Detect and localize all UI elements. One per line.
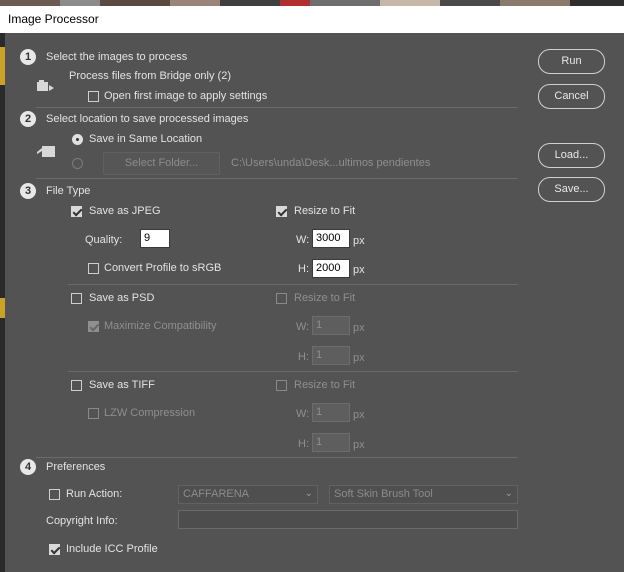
select-folder-radio[interactable] bbox=[72, 158, 83, 169]
load-button[interactable]: Load... bbox=[538, 143, 605, 168]
jpeg-height-label: H: bbox=[298, 263, 309, 275]
psd-resize-checkbox[interactable] bbox=[276, 293, 287, 304]
lzw-compression-label: LZW Compression bbox=[104, 407, 196, 419]
jpeg-width-input[interactable]: 3000 bbox=[312, 229, 350, 248]
step-4-badge: 4 bbox=[20, 459, 36, 475]
maximize-compatibility-label: Maximize Compatibility bbox=[104, 320, 217, 332]
save-as-psd-checkbox[interactable] bbox=[71, 293, 82, 304]
chevron-down-icon: ⌄ bbox=[304, 488, 313, 499]
tiff-resize-checkbox[interactable] bbox=[276, 380, 287, 391]
filetype-divider bbox=[68, 284, 518, 285]
psd-width-input[interactable]: 1 bbox=[312, 316, 350, 335]
run-button[interactable]: Run bbox=[538, 49, 605, 74]
save-same-location-radio[interactable] bbox=[72, 134, 83, 145]
jpeg-resize-checkbox[interactable] bbox=[276, 206, 287, 217]
jpeg-height-input[interactable]: 2000 bbox=[312, 259, 350, 278]
include-icc-profile-checkbox[interactable] bbox=[49, 544, 60, 555]
section-divider bbox=[36, 107, 518, 108]
jpeg-quality-input[interactable]: 9 bbox=[140, 229, 170, 248]
save-as-jpeg-label: Save as JPEG bbox=[89, 205, 161, 217]
psd-width-unit: px bbox=[353, 322, 365, 334]
step-3-badge: 3 bbox=[20, 183, 36, 199]
step-1-heading: Select the images to process bbox=[46, 51, 188, 63]
bridge-icon bbox=[37, 80, 54, 91]
tiff-height-label: H: bbox=[298, 438, 309, 450]
open-first-image-label: Open first image to apply settings bbox=[104, 90, 268, 102]
include-icc-profile-label: Include ICC Profile bbox=[66, 543, 158, 555]
step-2-badge: 2 bbox=[20, 111, 36, 127]
folder-icon bbox=[37, 146, 55, 157]
convert-srgb-checkbox[interactable] bbox=[88, 263, 99, 274]
run-action-label: Run Action: bbox=[66, 488, 123, 500]
tiff-width-input[interactable]: 1 bbox=[312, 403, 350, 422]
psd-resize-label: Resize to Fit bbox=[294, 292, 356, 304]
jpeg-quality-label: Quality: bbox=[85, 234, 123, 246]
destination-folder-path: C:\Users\unda\Desk...ultimos pendientes bbox=[231, 157, 431, 169]
tiff-width-label: W: bbox=[296, 408, 310, 420]
step-3-heading: File Type bbox=[46, 185, 91, 197]
maximize-compatibility-checkbox[interactable] bbox=[88, 321, 99, 332]
filetype-divider bbox=[68, 371, 518, 372]
action-set-select[interactable]: CAFFARENA ⌄ bbox=[178, 485, 318, 504]
copyright-info-input[interactable] bbox=[178, 510, 518, 529]
cancel-button[interactable]: Cancel bbox=[538, 84, 605, 109]
section-divider bbox=[36, 457, 518, 458]
save-settings-button[interactable]: Save... bbox=[538, 177, 605, 202]
action-select[interactable]: Soft Skin Brush Tool ⌄ bbox=[329, 485, 518, 504]
save-same-location-label: Save in Same Location bbox=[89, 133, 203, 145]
save-as-tiff-checkbox[interactable] bbox=[71, 380, 82, 391]
tiff-resize-label: Resize to Fit bbox=[294, 379, 356, 391]
tiff-width-unit: px bbox=[353, 409, 365, 421]
copyright-info-label: Copyright Info: bbox=[46, 515, 118, 527]
step-1-badge: 1 bbox=[20, 49, 36, 65]
action-set-value: CAFFARENA bbox=[183, 488, 250, 500]
window-title: Image Processor bbox=[8, 12, 99, 26]
tiff-height-input[interactable]: 1 bbox=[312, 433, 350, 452]
jpeg-width-unit: px bbox=[353, 235, 365, 247]
source-description: Process files from Bridge only (2) bbox=[69, 70, 231, 82]
step-2-heading: Select location to save processed images bbox=[46, 113, 249, 125]
action-value: Soft Skin Brush Tool bbox=[334, 488, 433, 500]
jpeg-height-unit: px bbox=[353, 264, 365, 276]
open-first-image-checkbox[interactable] bbox=[88, 91, 99, 102]
lzw-compression-checkbox[interactable] bbox=[88, 408, 99, 419]
section-divider bbox=[36, 178, 518, 179]
run-action-checkbox[interactable] bbox=[49, 489, 60, 500]
tiff-height-unit: px bbox=[353, 439, 365, 451]
step-4-heading: Preferences bbox=[46, 461, 106, 473]
psd-width-label: W: bbox=[296, 321, 310, 333]
psd-height-label: H: bbox=[298, 351, 309, 363]
select-folder-button[interactable]: Select Folder... bbox=[103, 152, 220, 175]
chevron-down-icon: ⌄ bbox=[504, 488, 513, 499]
save-as-tiff-label: Save as TIFF bbox=[89, 379, 155, 391]
convert-srgb-label: Convert Profile to sRGB bbox=[104, 262, 222, 274]
save-as-psd-label: Save as PSD bbox=[89, 292, 155, 304]
jpeg-width-label: W: bbox=[296, 234, 310, 246]
psd-height-input[interactable]: 1 bbox=[312, 346, 350, 365]
jpeg-resize-label: Resize to Fit bbox=[294, 205, 356, 217]
save-as-jpeg-checkbox[interactable] bbox=[71, 206, 82, 217]
title-bar: Image Processor bbox=[0, 6, 624, 33]
psd-height-unit: px bbox=[353, 352, 365, 364]
